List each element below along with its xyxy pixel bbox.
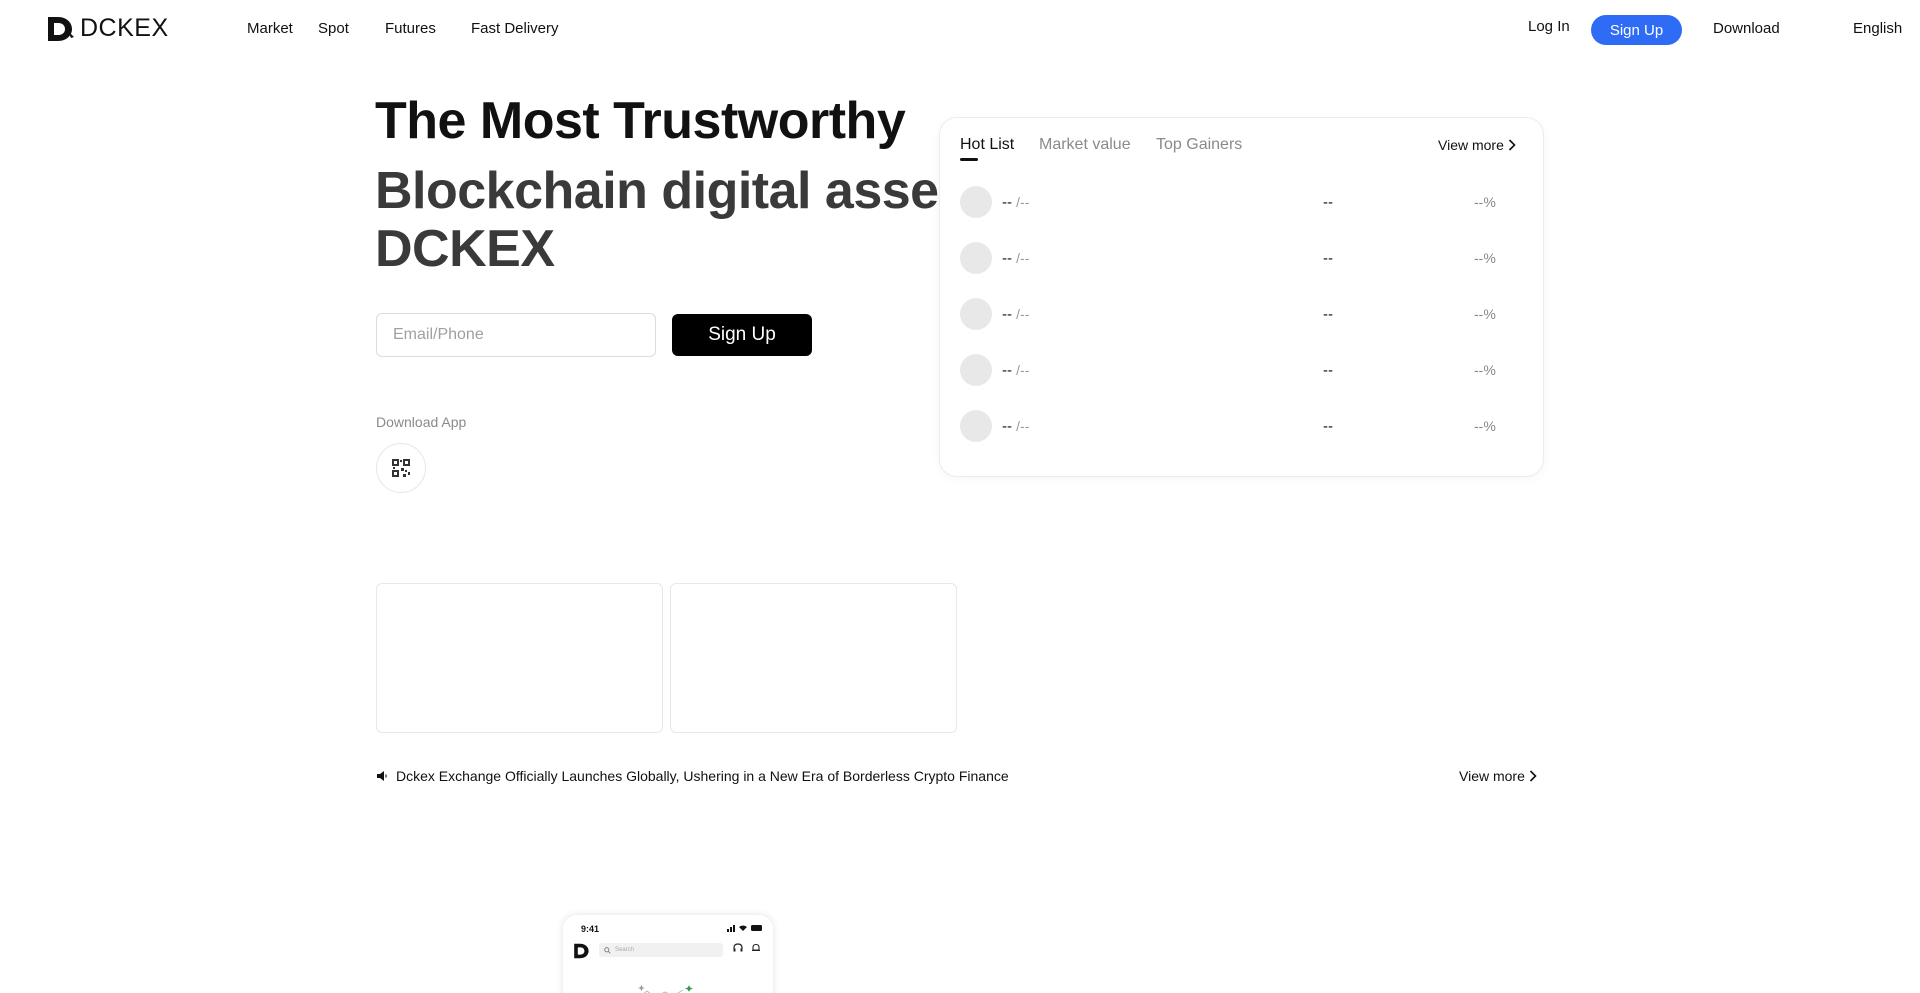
- last-price: --: [1323, 418, 1333, 435]
- phone-search-bar: Search: [599, 943, 723, 957]
- coin-icon-placeholder: [960, 298, 992, 330]
- chevron-right-icon: [1529, 770, 1537, 782]
- header-signup-button[interactable]: Sign Up: [1591, 15, 1682, 45]
- trading-pair: -- /--: [1002, 194, 1030, 211]
- last-price: --: [1323, 250, 1333, 267]
- chevron-right-icon: [1508, 139, 1516, 151]
- phone-search-placeholder: Search: [615, 947, 635, 953]
- hero-title-line-3: DCKEX: [375, 220, 555, 278]
- search-icon: [604, 946, 611, 954]
- announcement-bar[interactable]: Dckex Exchange Officially Launches Globa…: [376, 768, 1009, 784]
- trading-pair: -- /--: [1002, 250, 1030, 267]
- phone-status-icons: [727, 925, 762, 932]
- login-link[interactable]: Log In: [1528, 18, 1570, 35]
- hero-signup-button[interactable]: Sign Up: [672, 314, 812, 356]
- nav-spot[interactable]: Spot: [318, 20, 349, 37]
- view-more-label: View more: [1438, 137, 1504, 153]
- market-row[interactable]: -- /-- -- --%: [960, 354, 1520, 388]
- qr-code-button[interactable]: [376, 443, 426, 493]
- announcement-text: Dckex Exchange Officially Launches Globa…: [396, 768, 1009, 784]
- coin-icon-placeholder: [960, 410, 992, 442]
- price-change: --%: [1474, 362, 1496, 378]
- nav-market[interactable]: Market: [247, 20, 293, 37]
- price-change: --%: [1474, 194, 1496, 210]
- tab-top-gainers[interactable]: Top Gainers: [1156, 136, 1242, 154]
- price-change: --%: [1474, 250, 1496, 266]
- phone-decorative-chart: [637, 985, 693, 993]
- phone-brand-logo: [573, 942, 591, 965]
- download-link[interactable]: Download: [1713, 20, 1780, 37]
- coin-icon-placeholder: [960, 354, 992, 386]
- coin-icon-placeholder: [960, 186, 992, 218]
- nav-fast-delivery[interactable]: Fast Delivery: [471, 20, 559, 37]
- market-list-card: Hot List Market value Top Gainers View m…: [939, 117, 1544, 477]
- language-selector[interactable]: English: [1853, 20, 1902, 37]
- top-navbar: DCKEX Market Spot Futures Fast Delivery …: [0, 0, 1920, 56]
- market-row[interactable]: -- /-- -- --%: [960, 186, 1520, 220]
- nav-futures[interactable]: Futures: [385, 20, 436, 37]
- trading-pair: -- /--: [1002, 306, 1030, 323]
- tab-hot-list[interactable]: Hot List: [960, 136, 1014, 154]
- last-price: --: [1323, 362, 1333, 379]
- qr-code-icon: [392, 459, 410, 477]
- coin-icon-placeholder: [960, 242, 992, 274]
- dckex-logo-icon: [574, 943, 589, 959]
- last-price: --: [1323, 194, 1333, 211]
- active-tab-indicator: [960, 158, 978, 161]
- brand-name: DCKEX: [80, 14, 169, 42]
- hero-title-line-1: The Most Trustworthy: [375, 92, 906, 150]
- last-price: --: [1323, 306, 1333, 323]
- dckex-logo-icon: [48, 16, 74, 41]
- bell-icon: [752, 943, 760, 952]
- tab-market-value[interactable]: Market value: [1039, 136, 1131, 154]
- brand-logo[interactable]: DCKEX: [46, 14, 169, 43]
- megaphone-icon: [377, 771, 387, 781]
- phone-status-time: 9:41: [581, 924, 600, 934]
- phone-header-icons: [733, 943, 761, 953]
- promo-banner[interactable]: [670, 583, 957, 733]
- price-change: --%: [1474, 418, 1496, 434]
- market-row[interactable]: -- /-- -- --%: [960, 410, 1520, 444]
- announcement-view-more-link[interactable]: View more: [1459, 768, 1537, 784]
- market-row[interactable]: -- /-- -- --%: [960, 242, 1520, 276]
- price-change: --%: [1474, 306, 1496, 322]
- promo-banner[interactable]: [376, 583, 663, 733]
- download-app-label: Download App: [376, 414, 467, 430]
- market-view-more-link[interactable]: View more: [1438, 137, 1516, 153]
- hero-title-line-2: Blockchain digital asset: [375, 162, 956, 220]
- app-phone-mockup: 9:41 Search: [563, 915, 773, 993]
- market-row[interactable]: -- /-- -- --%: [960, 298, 1520, 332]
- headset-icon: [733, 943, 743, 952]
- trading-pair: -- /--: [1002, 362, 1030, 379]
- email-phone-input[interactable]: [376, 313, 656, 357]
- view-more-label: View more: [1459, 768, 1525, 784]
- trading-pair: -- /--: [1002, 418, 1030, 435]
